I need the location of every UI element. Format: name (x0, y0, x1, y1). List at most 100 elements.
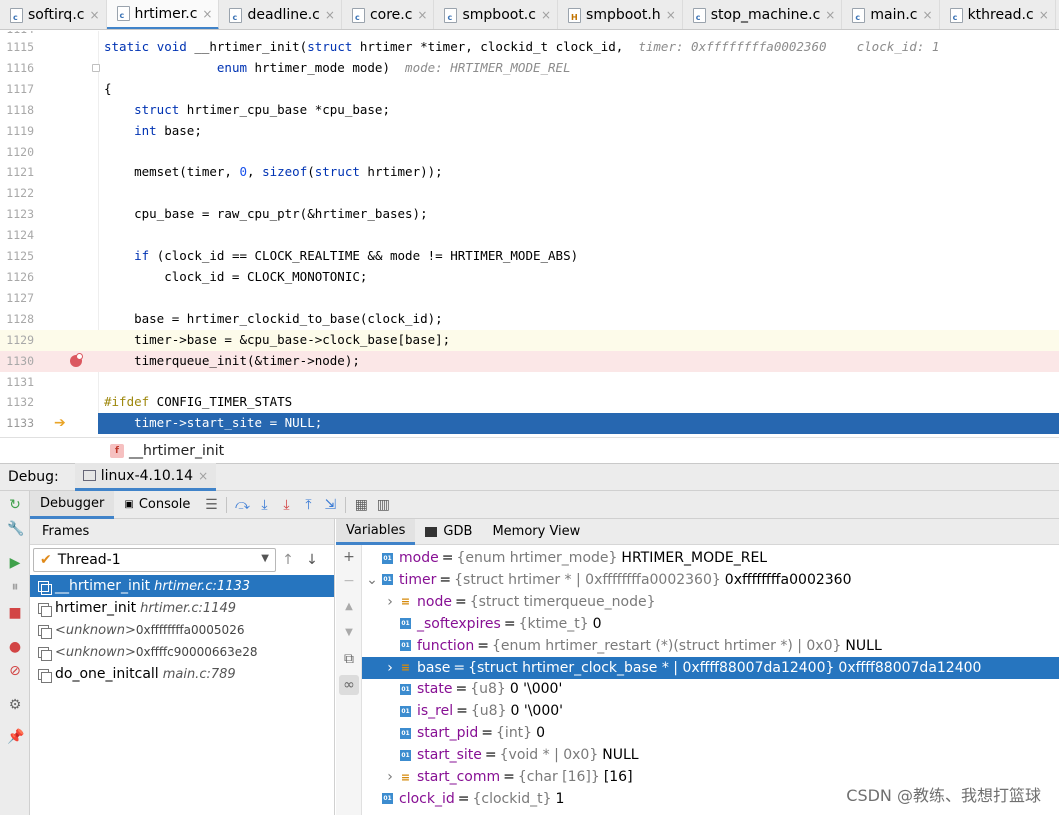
variable-row[interactable]: 01 _softexpires = {ktime_t} 0 (362, 613, 1059, 635)
tab-file[interactable]: kthread.c × (940, 0, 1056, 29)
code-line: 1132 #ifdef CONFIG_TIMER_STATS (0, 392, 1059, 413)
menu-icon[interactable]: ☰ (200, 497, 222, 513)
variable-row[interactable]: 01 is_rel = {u8} 0 '\000' (362, 700, 1059, 722)
run-to-cursor-icon[interactable]: ⇲ (319, 497, 341, 513)
tab-file[interactable]: hrtimer.c × (106, 0, 220, 29)
close-icon[interactable]: × (198, 469, 208, 483)
variable-row[interactable]: 01 mode = {enum hrtimer_mode} HRTIMER_MODE_R… (362, 547, 1059, 569)
gear-icon[interactable]: ⚙ (7, 697, 23, 713)
frame-item[interactable]: hrtimer_init hrtimer.c:1149 (30, 597, 334, 619)
frame-item[interactable]: do_one_initcall main.c:789 (30, 663, 334, 685)
close-icon[interactable]: × (923, 8, 933, 22)
breadcrumb-function[interactable]: __hrtimer_init (129, 443, 224, 459)
close-icon[interactable]: × (1039, 8, 1049, 22)
line-number: 1131 (6, 375, 34, 389)
resume-icon[interactable]: ▶ (7, 555, 23, 571)
chevron-right-icon[interactable]: › (384, 769, 396, 785)
evaluate-expression-icon[interactable]: ▦ (350, 497, 372, 513)
tab-label: stop_machine.c (710, 7, 821, 23)
step-out-icon[interactable]: ⤒ (297, 497, 319, 513)
chevron-down-icon[interactable]: ⌄ (366, 572, 378, 588)
step-into-icon[interactable]: ⤓ (253, 497, 275, 513)
copy-icon[interactable]: ⧉ (339, 649, 359, 669)
variable-row[interactable]: 01 state = {u8} 0 '\000' (362, 678, 1059, 700)
close-icon[interactable]: × (666, 8, 676, 22)
code-line: 1128 base = hrtimer_clockid_to_base(cloc… (0, 309, 1059, 330)
variable-name: base (417, 659, 451, 676)
debugger-toolbar: Debugger ▣ Console ☰ ⤼ ⤓ ⤓ ⤒ ⇲ ▦ ▥ (30, 490, 1059, 519)
variable-value: 0 (592, 615, 602, 632)
line-number: 1126 (6, 270, 34, 284)
close-icon[interactable]: × (325, 8, 335, 22)
move-down-icon[interactable]: ▼ (339, 623, 359, 643)
settings-wrench-icon[interactable]: 🔧 (7, 521, 24, 537)
show-watches-icon[interactable]: ∞ (339, 675, 359, 695)
frame-item[interactable]: <unknown> 0xffffffffa0005026 (30, 619, 334, 641)
variable-name: clock_id (399, 790, 455, 807)
tab-label: kthread.c (967, 7, 1034, 23)
close-icon[interactable]: × (89, 8, 99, 22)
tab-label: main.c (870, 7, 918, 23)
step-over-icon[interactable]: ⤼ (231, 497, 253, 513)
code-editor[interactable]: 1114 1115 static void __hrtimer_init(str… (0, 31, 1059, 434)
chevron-right-icon[interactable]: › (384, 660, 396, 676)
frame-item[interactable]: <unknown> 0xffffc90000663e28 (30, 641, 334, 663)
close-icon[interactable]: × (825, 8, 835, 22)
tab-file[interactable]: core.c × (342, 0, 435, 29)
struct-icon: ≡ (400, 661, 411, 674)
breadcrumb[interactable]: f __hrtimer_init (0, 437, 1059, 463)
stop-icon[interactable]: ■ (7, 605, 23, 621)
variable-row[interactable]: 01 start_pid = {int} 0 (362, 722, 1059, 744)
pin-icon[interactable]: 📌 (7, 729, 24, 745)
tab-file[interactable]: smpboot.h × (558, 0, 683, 29)
variable-row[interactable]: 01 start_site = {void * | 0x0} NULL (362, 744, 1059, 766)
tab-debugger[interactable]: Debugger (30, 490, 115, 519)
frame-list: __hrtimer_init hrtimer.c:1133 hrtimer_init… (30, 575, 334, 685)
variable-name: start_site (417, 747, 482, 764)
tab-file[interactable]: softirq.c × (0, 0, 107, 29)
frame-icon (38, 624, 52, 639)
frame-item[interactable]: __hrtimer_init hrtimer.c:1133 (30, 575, 334, 597)
remove-watch-icon[interactable]: − (339, 571, 359, 591)
next-frame-button[interactable]: ↓ (300, 552, 324, 568)
close-icon[interactable]: × (541, 8, 551, 22)
tab-gdb[interactable]: GDB (415, 519, 482, 545)
layout-icon[interactable]: ▥ (372, 497, 394, 513)
variable-name: is_rel (417, 703, 454, 720)
code-line: 1119 int base; (0, 121, 1059, 142)
function-icon: f (110, 443, 124, 458)
move-up-icon[interactable]: ▲ (339, 597, 359, 617)
add-watch-icon[interactable]: + (339, 547, 359, 567)
tab-file[interactable]: stop_machine.c × (683, 0, 843, 29)
force-step-into-icon[interactable]: ⤓ (275, 497, 297, 513)
breakpoint-icon[interactable] (70, 353, 83, 367)
pause-icon[interactable]: ⏸ (7, 579, 23, 595)
variable-row[interactable]: › ≡ base = {struct hrtimer_clock_base * | 0x… (362, 656, 1059, 679)
close-icon[interactable]: × (417, 8, 427, 22)
primitive-value-icon: 01 (400, 727, 411, 739)
mute-breakpoints-icon[interactable]: ⊘ (7, 663, 23, 679)
chevron-right-icon[interactable]: › (384, 594, 396, 610)
tab-console[interactable]: ▣ Console (114, 491, 200, 519)
frames-header-label: Frames (42, 524, 90, 539)
variable-row[interactable]: ⌄ 01 timer = {struct hrtimer * | 0xffffffffa… (362, 569, 1059, 591)
fold-marker-icon[interactable] (92, 64, 100, 72)
toolbar-separator (345, 496, 347, 513)
tab-file[interactable]: main.c × (842, 0, 940, 29)
close-icon[interactable]: × (202, 7, 212, 21)
variable-row[interactable]: › ≡ node = {struct timerqueue_node} (362, 591, 1059, 613)
view-breakpoints-icon[interactable]: ● (7, 639, 23, 655)
tab-file[interactable]: deadline.c × (219, 0, 342, 29)
tab-run-config[interactable]: linux-4.10.14 × (74, 463, 217, 491)
tab-memory-view[interactable]: Memory View (482, 519, 590, 545)
tab-variables[interactable]: Variables (336, 518, 416, 545)
rerun-icon[interactable]: ↻ (7, 497, 23, 513)
thread-select[interactable]: ✔ Thread-1 ▼ (33, 548, 276, 572)
previous-frame-button[interactable]: ↑ (276, 552, 300, 568)
primitive-value-icon: 01 (400, 640, 411, 652)
tab-file[interactable]: smpboot.c × (434, 0, 559, 29)
code-text: enum hrtimer_mode mode) mode: HRTIMER_MO… (216, 60, 571, 75)
variable-row[interactable]: 01 function = {enum hrtimer_restart (*)(str… (362, 635, 1059, 657)
code-text: timer->base = &cpu_base->clock_base[base… (104, 332, 451, 347)
variable-type: {u8} (470, 681, 506, 698)
